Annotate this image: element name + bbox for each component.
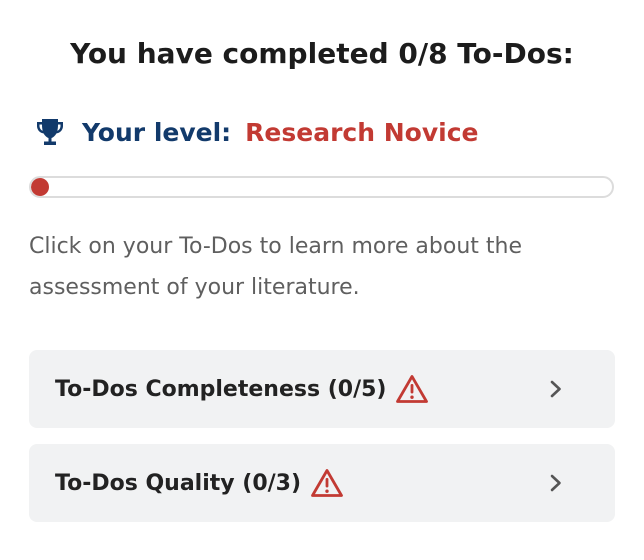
todo-quality-label: To-Dos Quality (0/3) [55,470,302,496]
progress-bar [29,176,614,198]
level-value: Research Novice [245,117,479,147]
todo-quality-card[interactable]: To-Dos Quality (0/3) [29,444,615,522]
level-row: Your level: Research Novice [34,110,478,154]
todo-completeness-label: To-Dos Completeness (0/5) [55,376,387,402]
level-label: Your level: [82,117,232,147]
description-text: Click on your To-Dos to learn more about… [29,234,522,300]
chevron-right-icon [550,380,561,398]
warning-icon [311,469,343,497]
chevron-right-icon [550,474,561,492]
progress-fill [31,178,49,196]
warning-icon [396,375,429,403]
todo-completeness-card[interactable]: To-Dos Completeness (0/5) [29,350,615,428]
page-title: You have completed 0/8 To-Dos: [70,37,574,70]
trophy-icon [37,119,63,145]
todos-panel: You have completed 0/8 To-Dos: Your leve… [0,0,644,560]
